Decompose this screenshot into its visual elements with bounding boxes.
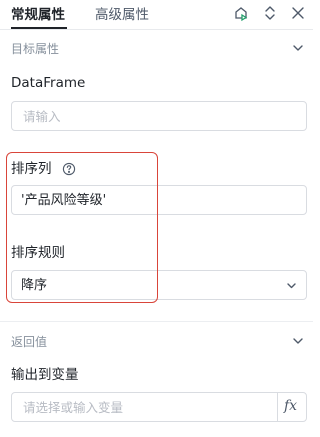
output-variable-label: 输出到变量 [11,367,79,383]
section-title: 返回值 [11,335,48,349]
sort-rule-value: 降序 [21,278,48,293]
sort-column-value: '产品风险等级' [21,193,107,208]
expand-collapse-icon[interactable] [261,4,279,22]
chevron-down-icon[interactable] [291,41,305,55]
fx-icon: fx [284,398,298,414]
return-value-header[interactable]: 返回值 [0,332,313,354]
help-icon[interactable] [62,162,76,176]
chevron-down-icon[interactable] [291,334,305,348]
run-icon[interactable] [232,4,250,22]
section-title: 目标属性 [11,42,60,56]
output-variable-placeholder: 请选择或输入变量 [23,400,124,415]
expression-button[interactable]: fx [277,393,306,421]
tab-bar: 常规属性 高级属性 [0,0,313,30]
section-divider [0,321,313,322]
dataframe-label: DataFrame [11,75,86,91]
tab-general-properties[interactable]: 常规属性 [11,6,65,24]
sort-column-label: 排序列 [11,161,52,177]
target-properties-header[interactable]: 目标属性 [0,39,313,61]
chevron-down-icon[interactable] [285,279,298,292]
dataframe-placeholder: 请输入 [23,109,61,124]
sort-rule-select[interactable]: 降序 [11,270,307,300]
tab-advanced-properties[interactable]: 高级属性 [95,6,149,24]
sort-column-input[interactable]: '产品风险等级' [11,185,307,215]
active-tab-indicator [11,27,67,29]
close-icon[interactable] [289,4,307,22]
dataframe-input[interactable]: 请输入 [11,101,307,131]
sort-rule-label: 排序规则 [11,245,65,261]
output-variable-input[interactable]: 请选择或输入变量 fx [11,392,307,422]
